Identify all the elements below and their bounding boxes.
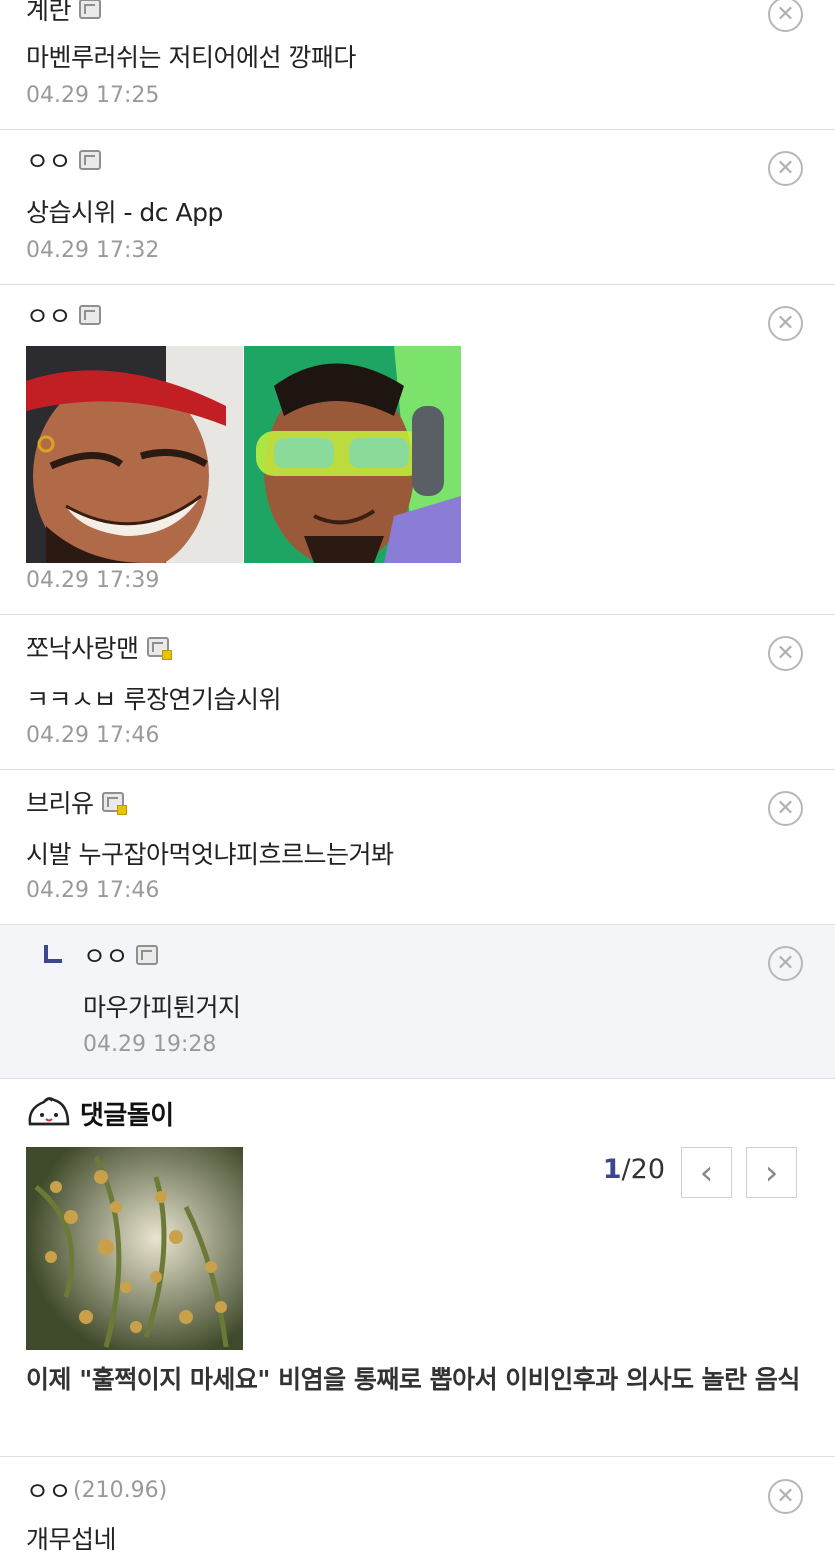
delete-icon[interactable]: ✕ [768, 151, 803, 186]
comment-author: ㅇㅇ [26, 142, 102, 178]
comment-author: ㅇㅇ [83, 937, 159, 973]
delete-icon[interactable]: ✕ [768, 946, 803, 981]
comment-date: 04.29 19:28 [83, 1032, 217, 1057]
nickname[interactable]: 브리유 [26, 784, 94, 820]
delete-icon[interactable]: ✕ [768, 0, 803, 32]
chevron-left-icon: ‹ [699, 1152, 714, 1193]
reply-item: ㅇㅇ 마우가피튄거지 04.29 19:28 ✕ [0, 925, 835, 1079]
chevron-right-icon: › [764, 1152, 779, 1193]
nickname[interactable]: ㅇㅇ [26, 142, 72, 178]
comment-text: 마벤루러쉬는 저티어에선 깡패다 [26, 43, 356, 72]
comment-text: 상습시위 - dc App [26, 198, 223, 227]
page-indicator: 1/20 [603, 1154, 665, 1185]
article-thumbnail[interactable] [26, 1147, 243, 1350]
gallog-icon[interactable] [79, 150, 102, 170]
nickname[interactable]: ㅇㅇ [26, 1472, 72, 1508]
gallog-icon[interactable] [79, 0, 102, 19]
section-title: 댓글돌이 [80, 1100, 174, 1131]
article-headline-link[interactable]: 이제 "훌쩍이지 마세요" 비염을 통째로 뽑아서 이비인후과 의사도 놀란 음… [26, 1362, 806, 1398]
nickname[interactable]: ㅇㅇ [26, 297, 72, 333]
dcbot-section: 댓글돌이 1/20 ‹ › 이제 "훌쩍이지 마세요" 비염을 통째로 뽑아서 … [0, 1079, 835, 1457]
next-button[interactable]: › [746, 1147, 797, 1198]
comment-date: 04.29 17:25 [26, 83, 160, 108]
comment-author: 브리유 [26, 784, 127, 820]
gallog-icon[interactable] [79, 305, 102, 325]
delete-icon[interactable]: ✕ [768, 306, 803, 341]
comment-item: ㅇㅇ 상습시위 - dc App 04.29 17:32 ✕ [0, 130, 835, 285]
comment-item: 브리유 시발 누구잡아먹엇냐피흐르느는거봐 04.29 17:46 ✕ [0, 770, 835, 925]
reply-arrow-icon [44, 945, 62, 963]
comment-date: 04.29 17:39 [26, 568, 160, 593]
comment-item: ㅇㅇ 04.29 17:39 ✕ [0, 285, 835, 615]
comment-date: 04.29 17:46 [26, 723, 160, 748]
delete-icon[interactable]: ✕ [768, 1479, 803, 1514]
comment-item: ㅇㅇ (210.96) 개무섭네 ✕ [0, 1457, 835, 1558]
prev-button[interactable]: ‹ [681, 1147, 732, 1198]
gallog-icon[interactable] [101, 792, 127, 815]
gallog-icon[interactable] [146, 637, 172, 660]
nickname[interactable]: 계란 [26, 0, 72, 27]
delete-icon[interactable]: ✕ [768, 791, 803, 826]
nickname[interactable]: ㅇㅇ [83, 937, 129, 973]
comment-author: 쪼낙사랑맨 [26, 629, 172, 665]
comment-date: 04.29 17:46 [26, 878, 160, 903]
page-current: 1 [602, 1154, 622, 1185]
dcbot-header: 댓글돌이 [26, 1094, 174, 1132]
gallog-icon[interactable] [136, 945, 159, 965]
comment-author: 계란 [26, 0, 102, 27]
comment-date: 04.29 17:32 [26, 238, 160, 263]
comment-text: ㅋㅋㅅㅂ 루장연기습시위 [26, 685, 281, 714]
comment-text: 마우가피튄거지 [83, 993, 241, 1022]
comment-author: ㅇㅇ (210.96) [26, 1473, 167, 1507]
ip-address: (210.96) [73, 1477, 168, 1503]
comment-text: 시발 누구잡아먹엇냐피흐르느는거봐 [26, 840, 394, 869]
character-image-2[interactable] [244, 346, 461, 563]
character-image-1[interactable] [26, 346, 243, 563]
comment-item: 계란 마벤루러쉬는 저티어에선 깡패다 04.29 17:25 ✕ [0, 0, 835, 130]
comment-item: 쪼낙사랑맨 ㅋㅋㅅㅂ 루장연기습시위 04.29 17:46 ✕ [0, 615, 835, 770]
comment-author: ㅇㅇ [26, 297, 102, 333]
dcbot-mascot-icon [28, 1097, 70, 1126]
page-total: /20 [621, 1154, 665, 1185]
comment-text: 개무섭네 [26, 1525, 117, 1554]
delete-icon[interactable]: ✕ [768, 636, 803, 671]
nickname[interactable]: 쪼낙사랑맨 [26, 629, 139, 665]
